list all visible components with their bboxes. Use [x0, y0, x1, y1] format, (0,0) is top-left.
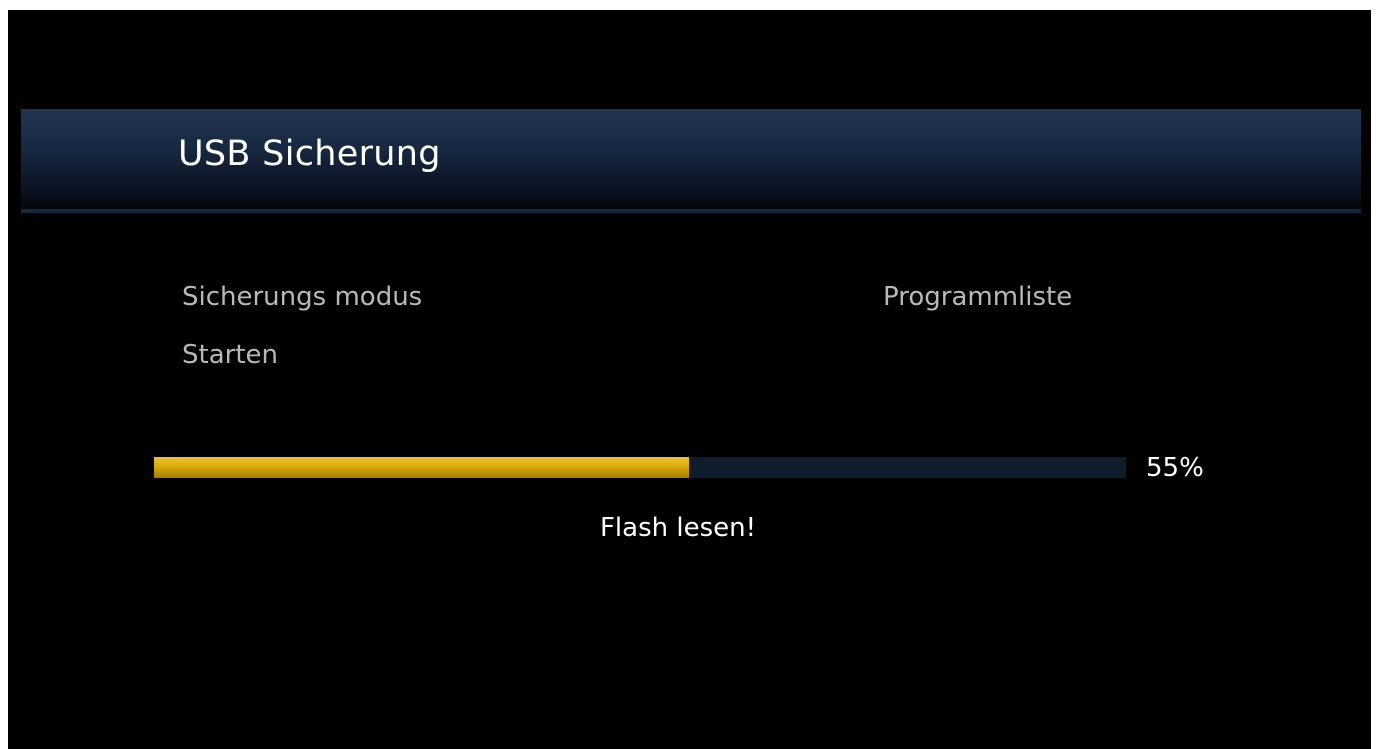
backup-mode-value[interactable]: Programmliste: [883, 282, 1072, 312]
page-title: USB Sicherung: [178, 134, 441, 174]
osd-screen: USB Sicherung Sicherungs modus Programml…: [8, 10, 1371, 749]
start-item[interactable]: Starten: [182, 340, 278, 370]
header-divider: [21, 209, 1361, 213]
backup-mode-label[interactable]: Sicherungs modus: [182, 282, 422, 312]
progress-percent: 55%: [1146, 453, 1204, 483]
progress-bar: [154, 457, 1126, 478]
progress-bar-fill: [154, 457, 689, 478]
status-message: Flash lesen!: [599, 513, 757, 543]
